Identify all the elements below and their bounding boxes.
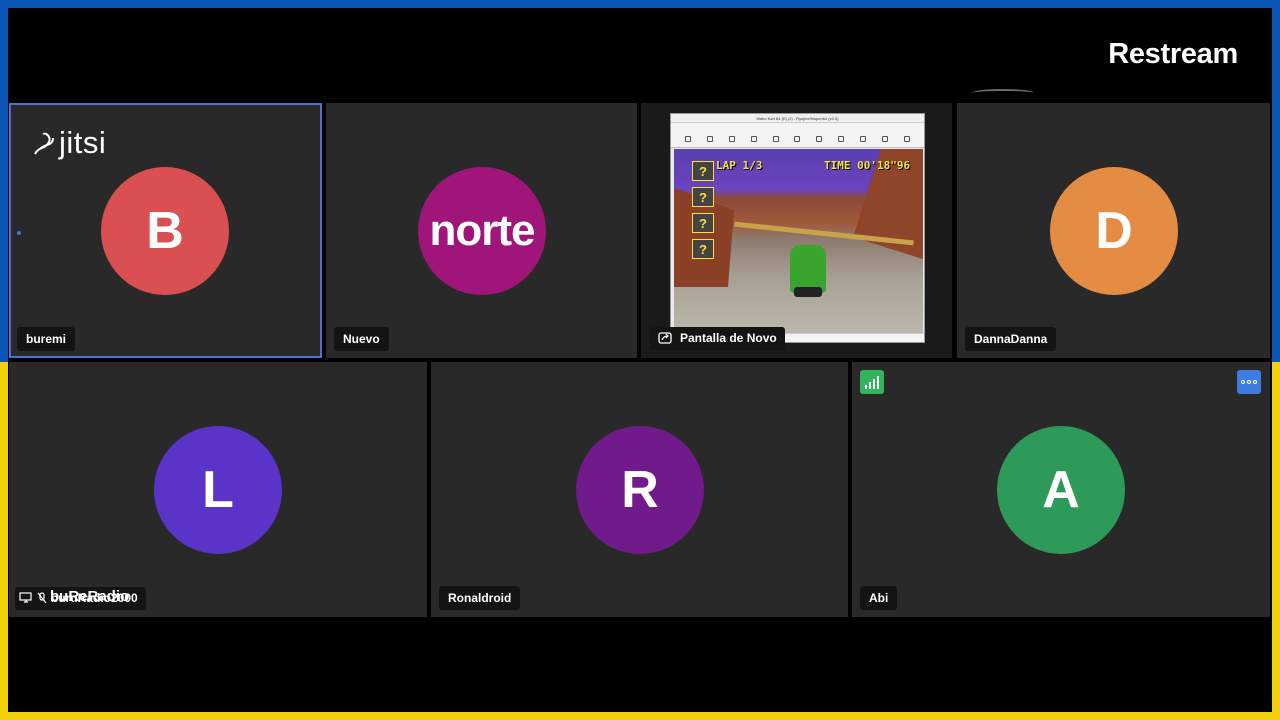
toolbar-icon	[706, 135, 713, 142]
item-box-icon: ?	[692, 213, 714, 233]
participant-name-tag: Ronaldroid	[439, 586, 521, 610]
participant-name-tag: Abi	[860, 586, 898, 610]
avatar-initial: B	[146, 202, 184, 260]
jitsi-logo-icon	[34, 132, 54, 155]
avatar: R	[576, 426, 704, 554]
shared-screen-window: Mario Kart 64 (E) (J) - Ryujinx/Mupen64 …	[670, 113, 925, 343]
connection-quality-icon[interactable]	[860, 370, 884, 394]
game-viewport: LAP 1/3 TIME 00'18"96 ? ? ? ?	[674, 149, 923, 335]
avatar-initial: R	[621, 461, 659, 519]
avatar: A	[997, 426, 1125, 554]
avatar: L	[154, 426, 282, 554]
game-hud-time: TIME 00'18"96	[824, 159, 911, 172]
shared-window-title: Mario Kart 64 (E) (J) - Ryujinx/Mupen64 …	[671, 114, 924, 123]
toolbar-icon	[772, 135, 779, 142]
brand-arc-decoration	[972, 89, 1034, 97]
toolbar-icon	[794, 135, 801, 142]
participant-name-tag: buremi	[17, 327, 76, 351]
game-kart	[790, 245, 826, 297]
jitsi-logo: jitsi	[31, 125, 106, 161]
participant-tile-ronaldroid[interactable]: R Ronaldroid	[431, 362, 848, 617]
shared-window-menu	[671, 123, 924, 130]
participant-tile-buremi[interactable]: jitsi B buremi	[9, 103, 322, 358]
screen-share-name-tag: Pantalla de Novo	[650, 327, 785, 350]
avatar-initial: A	[1042, 461, 1080, 519]
more-options-icon[interactable]	[1237, 370, 1261, 394]
screen-share-icon	[658, 332, 672, 344]
avatar-initial: D	[1095, 202, 1133, 260]
jitsi-logo-text: jitsi	[59, 125, 107, 160]
toolbar-icon	[684, 135, 691, 142]
restream-brand: Restream	[1108, 38, 1238, 70]
toolbar-icon	[750, 135, 757, 142]
participant-name-tag: buruRadio2000 buReRadio	[15, 587, 146, 610]
mic-muted-icon	[37, 592, 47, 604]
shared-window-toolbar	[671, 130, 924, 148]
toolbar-icon	[860, 135, 867, 142]
item-box-icon: ?	[692, 187, 714, 207]
avatar: norte	[418, 167, 546, 295]
status-dot	[17, 231, 21, 235]
item-box-icon: ?	[692, 239, 714, 259]
screen-share-label: Pantalla de Novo	[680, 331, 777, 345]
item-box-icon: ?	[692, 161, 714, 181]
screen-muted-icon	[19, 592, 32, 603]
participant-tile-abi[interactable]: A Abi	[852, 362, 1270, 617]
avatar-initial: L	[202, 461, 234, 519]
participant-name-overlay: buReRadio	[50, 588, 130, 605]
avatar: D	[1050, 167, 1178, 295]
toolbar-icon	[728, 135, 735, 142]
game-hud-lap: LAP 1/3	[716, 159, 763, 172]
participant-name-tag: DannaDanna	[965, 327, 1057, 351]
participant-tile-l[interactable]: L	[9, 362, 427, 617]
avatar-initial: norte	[429, 206, 536, 255]
toolbar-icon	[882, 135, 889, 142]
toolbar-icon	[816, 135, 823, 142]
avatar: B	[101, 167, 229, 295]
participant-tile-dannadanna[interactable]: D DannaDanna	[957, 103, 1270, 358]
participant-tile-nuevo[interactable]: norte Nuevo	[326, 103, 637, 358]
toolbar-icon	[904, 135, 911, 142]
participant-name-tag: Nuevo	[334, 327, 389, 351]
toolbar-icon	[838, 135, 845, 142]
